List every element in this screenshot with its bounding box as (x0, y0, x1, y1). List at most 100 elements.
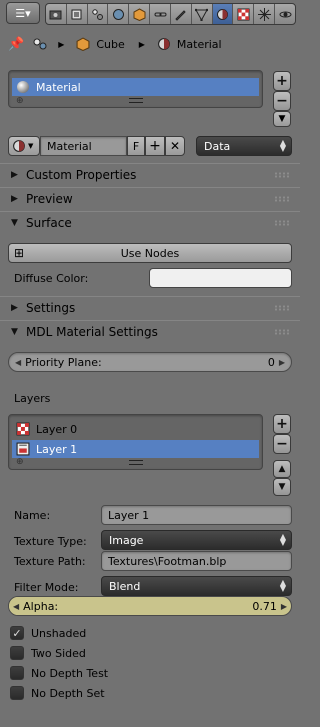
filter-mode-dropdown[interactable]: Blend ▲ ▼ (101, 576, 292, 596)
expanded-triangle-icon: ▼ (11, 326, 18, 337)
layer-label: Layer 1 (36, 442, 78, 456)
breadcrumb-object: Cube (96, 37, 125, 51)
panel-settings[interactable]: ▶ Settings (0, 296, 300, 318)
no-depth-test-checkbox[interactable] (10, 666, 24, 680)
checkmark-icon: ✓ (12, 626, 22, 640)
panel-title: Custom Properties (26, 167, 137, 182)
tab-render-layers[interactable] (67, 4, 88, 24)
panel-grip-icon[interactable] (274, 220, 290, 226)
priority-plane-label: Priority Plane: (25, 355, 102, 369)
panel-grip-icon[interactable] (274, 196, 290, 202)
layer-label: Layer 0 (36, 422, 78, 436)
list-item[interactable]: Material (12, 78, 259, 96)
material-browse-button[interactable]: ▼ (8, 136, 40, 156)
panel-grip-icon[interactable] (274, 172, 290, 178)
panel-title: Settings (26, 300, 76, 315)
collapsed-triangle-icon: ▶ (11, 302, 18, 313)
editor-type-button[interactable]: ☰▾ (6, 2, 40, 24)
updown-icon: ▲ ▼ (279, 532, 286, 547)
chevron-down-icon: ▼ (278, 114, 286, 124)
material-name: Material (47, 139, 92, 153)
list-item[interactable]: Layer 1 (12, 440, 259, 458)
modifiers-icon (175, 9, 187, 21)
no-depth-test-checkbox-row[interactable]: No Depth Test (10, 666, 108, 680)
fake-user-button[interactable]: F (127, 136, 145, 156)
tab-modifiers[interactable] (171, 4, 192, 24)
constraints-icon (154, 12, 167, 16)
tab-particles[interactable] (254, 4, 276, 24)
remove-slot-button[interactable]: − (273, 91, 291, 111)
add-layer-button[interactable]: + (273, 414, 291, 434)
chevron-down-icon: ▼ (28, 142, 34, 150)
tab-scene[interactable] (88, 4, 109, 24)
pin-icon[interactable]: 📌 (8, 37, 24, 52)
panel-surface[interactable]: ▼ Surface (0, 211, 300, 233)
tab-physics[interactable] (275, 4, 295, 24)
close-icon: ✕ (169, 139, 181, 153)
diffuse-color-swatch[interactable] (149, 268, 292, 288)
tab-data[interactable] (192, 4, 213, 24)
layer-name-field[interactable]: Layer 1 (101, 505, 292, 525)
unshaded-checkbox[interactable]: ✓ (10, 626, 24, 640)
material-slot-label: Material (36, 80, 81, 94)
unshaded-label: Unshaded (31, 626, 87, 640)
texture-path-field[interactable]: Textures\Footman.blp (101, 551, 292, 571)
tab-texture[interactable] (233, 4, 255, 24)
decrement-arrow-icon[interactable]: ◀ (15, 358, 21, 367)
new-material-button[interactable]: + (145, 136, 165, 156)
panel-mdl-material-settings[interactable]: ▼ MDL Material Settings (0, 320, 300, 342)
priority-plane-field[interactable]: ◀ Priority Plane: 0 ▶ (8, 352, 292, 372)
tab-world[interactable] (108, 4, 130, 24)
tab-render[interactable] (46, 4, 67, 24)
breadcrumb-material: Material (176, 37, 222, 51)
expanded-triangle-icon: ▼ (11, 217, 18, 228)
move-layer-up-button[interactable]: ▲ (273, 460, 291, 478)
panel-title: MDL Material Settings (26, 324, 158, 339)
material-name-field[interactable]: Material (40, 136, 127, 156)
tab-constraints[interactable] (150, 4, 171, 24)
two-sided-label: Two Sided (31, 646, 86, 660)
tab-material[interactable] (212, 4, 234, 24)
use-nodes-button[interactable]: ⊞ Use Nodes (8, 243, 292, 263)
updown-icon: ▲ ▼ (279, 578, 286, 593)
world-icon (112, 8, 124, 20)
alpha-slider[interactable]: ◀ Alpha: 0.71 ▶ (8, 596, 292, 616)
slot-specials-menu[interactable]: ▼ (273, 111, 291, 127)
plus-icon: + (149, 138, 161, 154)
move-layer-down-button[interactable]: ▼ (273, 478, 291, 496)
object-icon (76, 37, 90, 51)
tab-object[interactable] (129, 4, 151, 24)
increment-arrow-icon[interactable]: ▶ (279, 358, 285, 367)
panel-grip-icon[interactable] (274, 305, 290, 311)
particles-icon (257, 7, 271, 21)
physics-icon (279, 11, 292, 17)
remove-layer-button[interactable]: − (273, 434, 291, 454)
render-icon (49, 10, 62, 19)
decrement-arrow-icon[interactable]: ◀ (13, 602, 19, 611)
no-depth-set-checkbox[interactable] (10, 686, 24, 700)
texture-path-value: Textures\Footman.blp (108, 554, 227, 568)
unshaded-checkbox-row[interactable]: ✓ Unshaded (10, 626, 86, 640)
expand-icon[interactable]: ⊕ (16, 96, 24, 106)
increment-arrow-icon[interactable]: ▶ (281, 602, 287, 611)
material-icon (157, 38, 170, 50)
filter-mode-value: Blend (109, 579, 141, 593)
panel-grip-icon[interactable] (274, 329, 290, 335)
two-sided-checkbox-row[interactable]: Two Sided (10, 646, 86, 660)
panel-preview[interactable]: ▶ Preview (0, 187, 300, 209)
unlink-material-button[interactable]: ✕ (165, 136, 185, 156)
add-slot-button[interactable]: + (273, 71, 291, 91)
no-depth-set-checkbox-row[interactable]: No Depth Set (10, 686, 105, 700)
panel-custom-properties[interactable]: ▶ Custom Properties (0, 163, 300, 185)
texture-type-dropdown[interactable]: Image ▲ ▼ (101, 530, 292, 550)
collapsed-triangle-icon: ▶ (11, 169, 18, 180)
material-icon (217, 8, 229, 20)
two-sided-checkbox[interactable] (10, 646, 24, 660)
list-item[interactable]: Layer 0 (12, 420, 259, 438)
list-resize-handle[interactable] (128, 98, 143, 103)
minus-icon: − (276, 93, 288, 109)
no-depth-set-label: No Depth Set (31, 686, 105, 700)
list-resize-handle[interactable] (128, 460, 143, 465)
material-link-dropdown[interactable]: Data ▲ ▼ (196, 136, 292, 156)
expand-icon[interactable]: ⊕ (16, 457, 24, 467)
